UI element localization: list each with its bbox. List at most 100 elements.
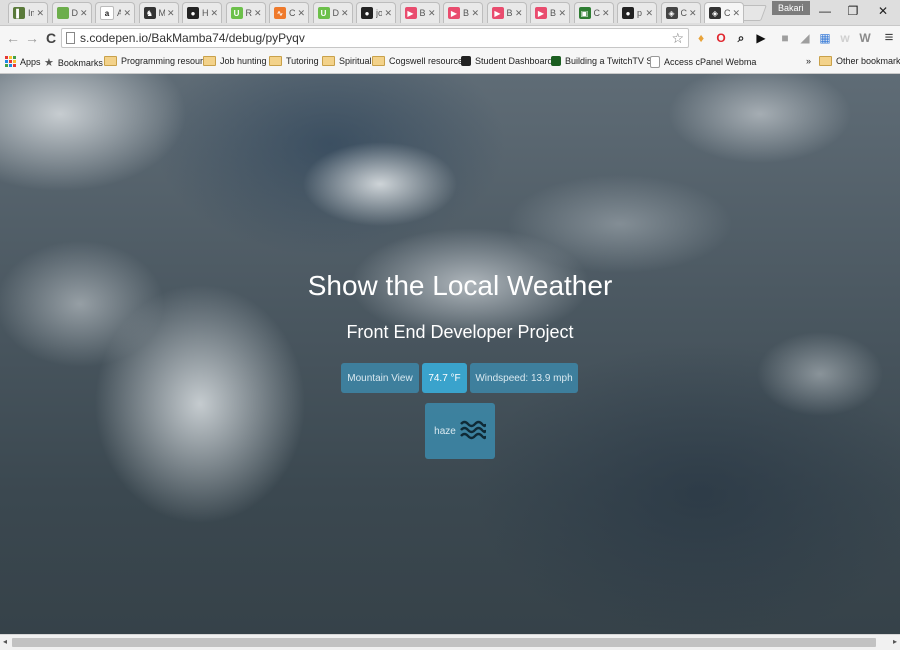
folder-icon xyxy=(269,56,282,66)
browser-tab[interactable]: ♞M✕ xyxy=(138,2,179,23)
tab-title: Cl xyxy=(289,8,296,18)
tab-close-icon[interactable]: ✕ xyxy=(341,8,349,19)
bookmark-item[interactable]: Cogswell resources xyxy=(372,56,468,66)
tab-favicon-icon: ▣ xyxy=(578,7,591,19)
tab-close-icon[interactable]: ✕ xyxy=(384,8,392,19)
browser-tab[interactable]: ▌Im✕ xyxy=(8,2,48,23)
bookmark-item[interactable]: Tutoring xyxy=(269,56,319,66)
site-favicon-icon xyxy=(461,56,471,66)
bell-extension-icon[interactable]: ♦ xyxy=(694,31,708,45)
tab-favicon-icon: ◈ xyxy=(665,7,678,19)
tab-favicon-icon: ♞ xyxy=(143,7,156,19)
bookmark-item[interactable]: Access cPanel Webma xyxy=(650,56,756,68)
tab-close-icon[interactable]: ✕ xyxy=(210,8,218,19)
browser-tab[interactable]: ▣ C ✕ xyxy=(573,2,614,23)
tab-favicon-icon: ∿ xyxy=(274,7,286,19)
scroll-right-arrow[interactable]: ▸ xyxy=(893,637,897,646)
url-text[interactable]: s.codepen.io/BakMamba74/debug/pyPyqv xyxy=(80,31,305,46)
tab-close-icon[interactable]: ✕ xyxy=(297,8,305,19)
menu-icon[interactable]: ≡ xyxy=(881,30,897,46)
tab-close-icon[interactable]: ✕ xyxy=(254,8,262,19)
bookmark-star-icon[interactable]: ☆ xyxy=(671,30,684,47)
colorful-extension-icon[interactable]: ▦ xyxy=(818,31,832,45)
tab-title: C xyxy=(724,8,731,18)
bookmark-item[interactable]: Spiritual xyxy=(322,56,372,66)
w-dark-extension-icon[interactable]: W xyxy=(858,31,872,45)
bookmarks-bar: Apps » Other bookmarks ★ Bookmarks Program… xyxy=(0,51,900,74)
tab-close-icon[interactable]: ✕ xyxy=(689,8,697,19)
browser-tab[interactable]: ◈ C ✕ xyxy=(704,2,744,23)
reload-button[interactable]: C xyxy=(43,30,59,46)
tab-favicon-icon: a xyxy=(100,6,114,20)
bookmark-item[interactable]: Job hunting xyxy=(203,56,267,66)
folder-icon xyxy=(322,56,335,66)
tab-close-icon[interactable]: ✕ xyxy=(428,8,436,19)
browser-tab[interactable]: ●Hi✕ xyxy=(182,2,222,23)
bookmark-item[interactable]: Programming resourc xyxy=(104,56,208,66)
forward-button[interactable]: → xyxy=(24,30,40,46)
address-bar[interactable]: s.codepen.io/BakMamba74/debug/pyPyqv ☆ xyxy=(61,28,689,48)
tab-close-icon[interactable]: ✕ xyxy=(123,8,131,19)
bookmark-item[interactable]: ★ Bookmarks xyxy=(44,56,103,69)
tab-favicon-icon: ● xyxy=(361,7,373,19)
opera-extension-icon[interactable]: O xyxy=(714,31,728,45)
tab-favicon-icon: ▌ xyxy=(13,7,25,19)
tab-close-icon[interactable]: ✕ xyxy=(471,8,479,19)
gray-square-extension-icon[interactable]: ■ xyxy=(778,31,792,45)
scroll-left-arrow[interactable]: ◂ xyxy=(3,637,7,646)
tab-close-icon[interactable]: ✕ xyxy=(167,8,175,19)
browser-tab[interactable]: ▶Bi✕ xyxy=(486,2,527,23)
browser-tab[interactable]: D ✕ xyxy=(51,2,92,23)
bookmark-item[interactable]: Student Dashboard xyxy=(461,56,553,66)
bookmark-item[interactable]: Building a TwitchTV S xyxy=(551,56,652,66)
tab-close-icon[interactable]: ✕ xyxy=(515,8,523,19)
w-extension-icon[interactable]: w xyxy=(838,31,852,45)
tab-close-icon[interactable]: ✕ xyxy=(558,8,566,19)
tab-close-icon[interactable]: ✕ xyxy=(732,8,740,19)
browser-tab[interactable]: ▶Bi✕ xyxy=(530,2,570,23)
bookmarks-overflow[interactable]: » xyxy=(806,56,811,66)
browser-tab[interactable]: ▶ B ✕ xyxy=(443,2,483,23)
other-bookmarks[interactable]: Other bookmarks xyxy=(819,56,900,66)
horizontal-scrollbar[interactable]: ◂ ▸ xyxy=(0,634,900,650)
tab-close-icon[interactable]: ✕ xyxy=(80,8,88,19)
magnifier-extension-icon[interactable]: ⌕ xyxy=(734,31,748,45)
tab-favicon-icon: ◈ xyxy=(709,7,721,19)
tab-title: p xyxy=(637,8,643,18)
page-icon xyxy=(650,56,660,68)
browser-tab[interactable]: ▶ B ✕ xyxy=(399,2,440,23)
bookmark-label: Tutoring xyxy=(286,56,319,66)
browser-tab[interactable]: ● p ✕ xyxy=(617,2,657,23)
bookmark-label: Building a TwitchTV S xyxy=(565,56,653,66)
tab-title: A xyxy=(117,8,121,18)
browser-tab[interactable]: ∿Cl✕ xyxy=(269,2,309,23)
site-favicon-icon xyxy=(551,56,561,66)
play-extension-icon[interactable]: ▶ xyxy=(754,31,768,45)
scrollbar-thumb[interactable] xyxy=(12,638,876,647)
temperature-button[interactable]: 74.7 °F xyxy=(422,363,467,393)
minimize-button[interactable]: — xyxy=(810,2,840,20)
tab-title: M xyxy=(159,8,165,18)
bookmark-label: Job hunting xyxy=(220,56,267,66)
maximize-button[interactable]: ❐ xyxy=(838,2,868,20)
browser-tab[interactable]: U R ✕ xyxy=(225,2,266,23)
profile-button[interactable]: Bakari xyxy=(772,1,810,15)
bookmark-label: Spiritual xyxy=(339,56,372,66)
apps-shortcut[interactable]: Apps xyxy=(5,56,41,67)
tab-favicon-icon: ● xyxy=(187,7,199,19)
browser-tab[interactable]: ● jo ✕ xyxy=(356,2,396,23)
page-title: Show the Local Weather xyxy=(307,270,613,301)
folder-icon xyxy=(104,56,117,66)
bookmark-label: Bookmarks xyxy=(57,57,103,68)
back-button[interactable]: ← xyxy=(5,30,21,46)
tab-title: R xyxy=(245,8,252,18)
flag-extension-icon[interactable]: ◢ xyxy=(798,31,812,45)
tab-title: B xyxy=(419,8,426,18)
tab-close-icon[interactable]: ✕ xyxy=(645,8,653,19)
browser-tab[interactable]: U D ✕ xyxy=(312,2,353,23)
browser-tab[interactable]: ◈Cl✕ xyxy=(660,2,701,23)
tab-close-icon[interactable]: ✕ xyxy=(602,8,610,19)
tab-close-icon[interactable]: ✕ xyxy=(36,8,44,19)
close-window-button[interactable]: ✕ xyxy=(868,2,898,20)
browser-tab[interactable]: aA✕ xyxy=(95,2,135,23)
